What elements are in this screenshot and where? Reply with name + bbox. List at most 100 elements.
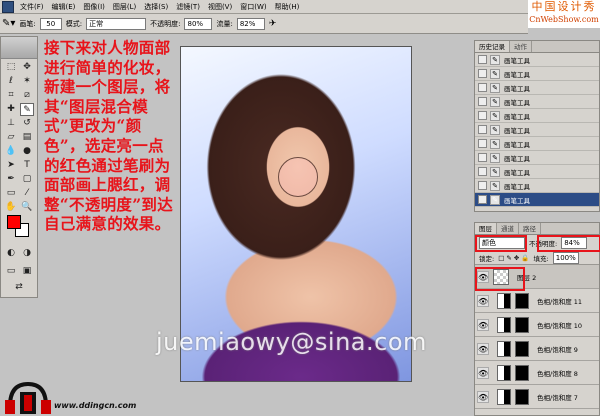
tab-layers[interactable]: 图层 — [475, 223, 497, 234]
menu-filter[interactable]: 滤镜(T) — [172, 2, 204, 12]
brush-tool-icon[interactable]: ✎▾ — [2, 18, 15, 29]
snapshot-checkbox[interactable] — [478, 55, 487, 64]
history-row[interactable]: ✎ 画笔工具 — [475, 95, 599, 109]
snapshot-checkbox[interactable] — [478, 167, 487, 176]
foreground-color-swatch[interactable] — [7, 215, 21, 229]
layer-row[interactable]: 👁 色相/饱和度 9 — [475, 337, 599, 361]
history-row-label: 画笔工具 — [504, 70, 530, 79]
history-row[interactable]: ✎ 画笔工具 — [475, 81, 599, 95]
pen-tool-icon[interactable]: ✒ — [4, 173, 18, 186]
menu-edit[interactable]: 编辑(E) — [48, 2, 80, 12]
layer-row[interactable]: 👁 色相/饱和度 10 — [475, 313, 599, 337]
clone-stamp-icon[interactable]: ⊥ — [4, 117, 18, 130]
path-select-icon[interactable]: ➤ — [4, 159, 18, 172]
history-row[interactable]: ✎ 画笔工具 — [475, 53, 599, 67]
shape-tool-icon[interactable]: ▢ — [20, 173, 34, 186]
history-panel: 历史记录 动作 ✎ 画笔工具 ✎ 画笔工具 ✎ 画笔工具 ✎ 画笔工具 ✎ 画笔工具 ✎ 画… — [474, 40, 600, 212]
history-row-selected[interactable]: ✎ 画笔工具 — [475, 193, 599, 207]
history-row[interactable]: ✎ 画笔工具 — [475, 151, 599, 165]
layer-row[interactable]: 👁 色相/饱和度 8 — [475, 361, 599, 385]
menu-window[interactable]: 窗口(W) — [236, 2, 270, 12]
quick-mask-on-icon[interactable]: ◑ — [20, 247, 34, 260]
photoshop-app-icon — [2, 0, 14, 13]
snapshot-checkbox[interactable] — [478, 181, 487, 190]
visibility-eye-icon[interactable]: 👁 — [477, 390, 489, 403]
eraser-icon[interactable]: ▱ — [4, 131, 18, 144]
history-row[interactable]: ✎ 画笔工具 — [475, 179, 599, 193]
magic-wand-icon[interactable]: ✶ — [20, 75, 34, 88]
menu-select[interactable]: 选择(S) — [140, 2, 172, 12]
notes-tool-icon[interactable]: ▭ — [4, 187, 18, 200]
zoom-tool-icon[interactable]: 🔍 — [20, 201, 34, 214]
visibility-eye-icon[interactable]: 👁 — [477, 342, 489, 355]
history-row[interactable]: ✎ 画笔工具 — [475, 109, 599, 123]
snapshot-checkbox[interactable] — [478, 97, 487, 106]
brush-icon: ✎ — [490, 82, 500, 93]
brush-icon: ✎ — [490, 194, 500, 205]
history-row-label: 画笔工具 — [504, 98, 530, 107]
history-row-label: 画笔工具 — [504, 56, 530, 65]
menu-view[interactable]: 视图(V) — [204, 2, 236, 12]
menu-file[interactable]: 文件(F) — [16, 2, 48, 12]
options-bar: ✎▾ 画笔: 50 模式: 正常 不透明度: 80% 流量: 82% ✈ — [0, 14, 528, 34]
slice-tool-icon[interactable]: ⧄ — [20, 89, 34, 102]
brush-icon: ✎ — [490, 96, 500, 107]
tab-history[interactable]: 历史记录 — [475, 41, 510, 52]
snapshot-checkbox[interactable] — [478, 125, 487, 134]
snapshot-checkbox[interactable] — [478, 139, 487, 148]
brush-tool-icon-active[interactable]: ✎ — [20, 103, 34, 116]
dodge-tool-icon[interactable]: ● — [20, 145, 34, 158]
flow-input[interactable]: 82% — [236, 17, 265, 30]
history-row-label: 画笔工具 — [504, 84, 530, 93]
visibility-eye-icon[interactable]: 👁 — [477, 318, 489, 331]
menu-image[interactable]: 图像(I) — [79, 2, 109, 12]
adjustment-layer-icon — [497, 316, 511, 333]
gradient-icon[interactable]: ▤ — [20, 131, 34, 144]
layers-panel-tabs: 图层 通道 路径 — [475, 223, 599, 235]
snapshot-checkbox[interactable] — [478, 153, 487, 162]
lock-icons[interactable]: □ ✎ ✥ 🔒 — [498, 254, 529, 262]
move-tool-icon[interactable]: ✥ — [20, 61, 34, 74]
history-row-label: 画笔工具 — [504, 196, 530, 205]
healing-brush-icon[interactable]: ✚ — [4, 103, 18, 116]
opacity-highlight — [537, 235, 600, 252]
lasso-tool-icon[interactable]: ℓ — [4, 75, 18, 88]
mode-select[interactable]: 正常 — [86, 17, 147, 30]
history-brush-icon[interactable]: ↺ — [20, 117, 34, 130]
site-url: www.ddingcn.com — [54, 401, 137, 410]
history-row-label: 画笔工具 — [504, 112, 530, 121]
brush-size-picker[interactable]: 50 — [39, 17, 62, 30]
snapshot-checkbox[interactable] — [478, 111, 487, 120]
layer-row[interactable]: 👁 色相/饱和度 11 — [475, 289, 599, 313]
blur-tool-icon[interactable]: 💧 — [4, 145, 18, 158]
visibility-eye-icon[interactable]: 👁 — [477, 366, 489, 379]
snapshot-checkbox[interactable] — [478, 69, 487, 78]
tab-channels[interactable]: 通道 — [497, 223, 519, 234]
history-row[interactable]: ✎ 画笔工具 — [475, 67, 599, 81]
full-screen-icon[interactable]: ▣ — [20, 265, 34, 278]
flow-label: 流量: — [216, 19, 233, 28]
menu-layer[interactable]: 图层(L) — [109, 2, 140, 12]
snapshot-checkbox[interactable] — [478, 83, 487, 92]
menu-help[interactable]: 帮助(H) — [271, 2, 304, 12]
marquee-tool-icon[interactable]: ⬚ — [4, 61, 18, 74]
eyedropper-icon[interactable]: ⁄ — [20, 187, 34, 200]
imageready-icon[interactable]: ⇄ — [12, 281, 26, 294]
tab-actions[interactable]: 动作 — [510, 41, 532, 52]
screen-mode-icon[interactable]: ▭ — [4, 265, 18, 278]
quick-mask-icon[interactable]: ◐ — [4, 247, 18, 260]
tab-paths[interactable]: 路径 — [519, 223, 541, 234]
layer-mask-thumbnail — [515, 364, 529, 381]
crop-tool-icon[interactable]: ⌗ — [4, 89, 18, 102]
type-tool-icon[interactable]: T — [20, 159, 34, 172]
history-row[interactable]: ✎ 画笔工具 — [475, 165, 599, 179]
history-row[interactable]: ✎ 画笔工具 — [475, 137, 599, 151]
history-row[interactable]: ✎ 画笔工具 — [475, 123, 599, 137]
fill-input[interactable]: 100% — [552, 251, 579, 264]
visibility-eye-icon[interactable]: 👁 — [477, 294, 489, 307]
airbrush-icon[interactable]: ✈ — [269, 19, 277, 29]
snapshot-checkbox[interactable] — [478, 195, 487, 204]
hand-tool-icon[interactable]: ✋ — [4, 201, 18, 214]
layer-row[interactable]: 👁 色相/饱和度 7 — [475, 385, 599, 409]
opacity-input[interactable]: 80% — [184, 17, 213, 30]
